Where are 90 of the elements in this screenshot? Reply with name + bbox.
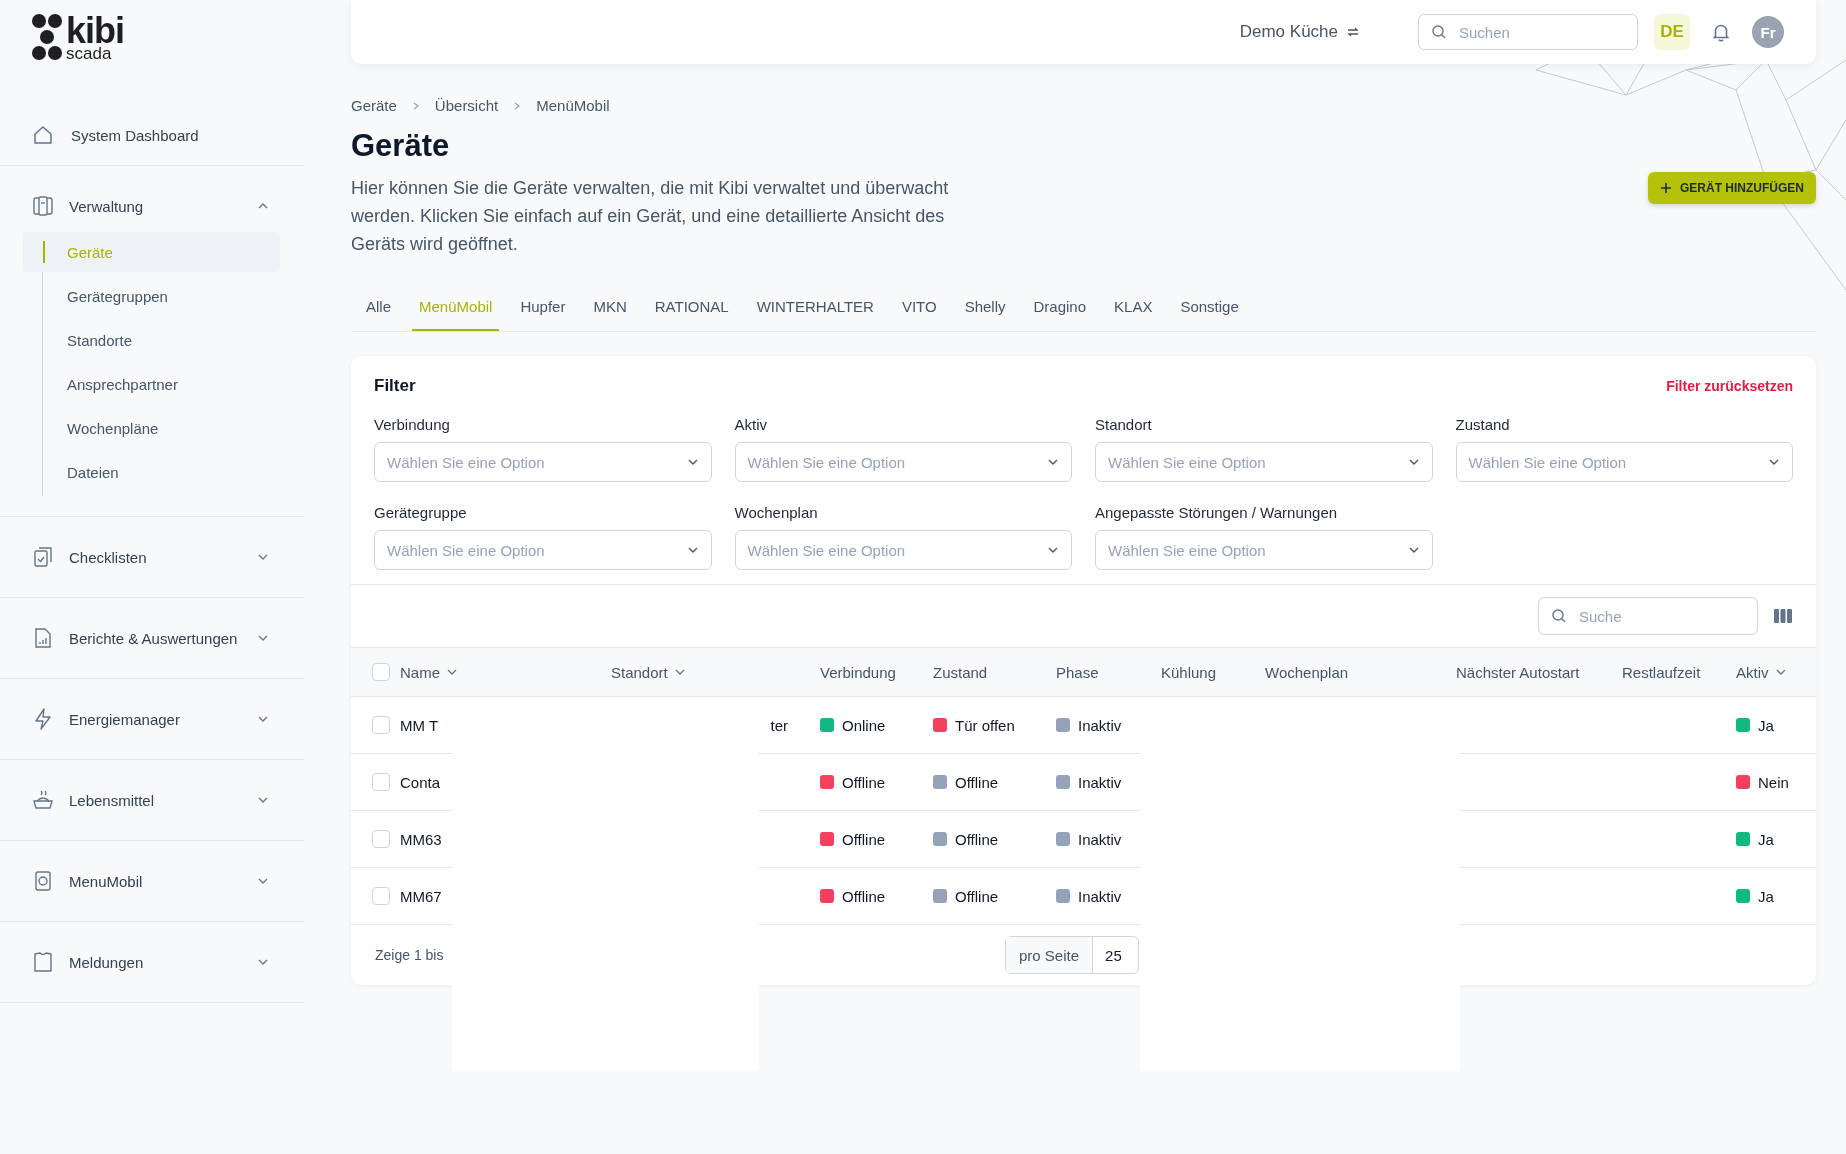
clipboard-check-icon xyxy=(31,545,55,569)
sidebar-group[interactable]: Lebensmittel xyxy=(0,780,304,820)
tab[interactable]: RATIONAL xyxy=(647,298,736,331)
table-search-field[interactable]: Suche xyxy=(1538,597,1758,635)
breadcrumb-link[interactable]: Übersicht xyxy=(434,97,499,114)
sidebar-subitem[interactable]: Wochenpläne xyxy=(23,408,280,448)
status-text: Offline xyxy=(955,887,999,905)
reset-filter-link[interactable]: Filter zurücksetzen xyxy=(1666,378,1793,394)
table-cell: MM63 xyxy=(400,830,442,848)
columns-icon[interactable] xyxy=(1774,609,1792,623)
tab[interactable]: Hupfer xyxy=(513,298,573,331)
status-text: Ja xyxy=(1758,887,1774,905)
page-description: Hier können Sie die Geräte verwalten, die mit Kibi verwaltet und überwacht werden. Klicken Sie einfach auf ein Gerät, und eine detaillierte Ansicht des Geräts wird geöffnet. xyxy=(351,177,950,256)
breadcrumb-link[interactable]: MenüMobil xyxy=(536,97,610,114)
location-switcher[interactable]: Demo Küche xyxy=(1239,22,1360,42)
logo-subtitle: scada xyxy=(66,44,113,62)
status-text: Offline xyxy=(955,773,999,791)
select-all-checkbox[interactable] xyxy=(372,663,390,681)
row-checkbox[interactable] xyxy=(372,887,390,905)
status-text: Offline xyxy=(842,773,886,791)
column-header[interactable]: Name xyxy=(400,663,458,681)
sidebar-group[interactable]: Verwaltung xyxy=(0,186,304,226)
search-icon xyxy=(1431,24,1447,40)
table-cell: MM T xyxy=(400,716,439,734)
column-header[interactable]: Kühlung xyxy=(1161,663,1217,681)
column-header[interactable]: Verbindung xyxy=(820,663,896,681)
sidebar-group[interactable]: Meldungen xyxy=(0,942,304,982)
row-checkbox[interactable] xyxy=(372,716,390,734)
tab[interactable]: WINTERHALTER xyxy=(749,298,881,331)
plus-icon xyxy=(1660,182,1672,194)
status-text: Offline xyxy=(842,830,886,848)
filter-label: Aktiv xyxy=(734,416,768,433)
row-checkbox[interactable] xyxy=(372,830,390,848)
sidebar-subitem[interactable]: Ansprechpartner xyxy=(23,364,280,404)
tab[interactable]: Dragino xyxy=(1026,298,1094,331)
search-field[interactable]: Suchen xyxy=(1418,14,1638,50)
sidebar-group[interactable]: Berichte & Auswertungen xyxy=(0,618,304,658)
status-text: Inaktiv xyxy=(1078,830,1122,848)
status-text: Nein xyxy=(1758,773,1789,791)
sidebar-subitem[interactable]: Dateien xyxy=(23,452,280,492)
column-header[interactable]: Nächster Autostart xyxy=(1456,663,1580,681)
status-text: Inaktiv xyxy=(1078,716,1122,734)
breadcrumb-link[interactable]: Geräte xyxy=(351,97,397,114)
filter-label: Wochenplan xyxy=(734,504,819,521)
filter-label: Gerätegruppe xyxy=(374,504,468,521)
status-text: Online xyxy=(842,716,886,734)
filter-label: Verbindung xyxy=(374,416,451,433)
status-text: Offline xyxy=(842,887,886,905)
table-cell: Conta xyxy=(400,773,441,791)
devices-icon xyxy=(31,194,55,218)
home-icon xyxy=(31,123,55,147)
add-device-button[interactable]: GERÄT HINZUFÜGEN xyxy=(1648,172,1816,204)
filter-title: Filter xyxy=(374,376,416,396)
table-cell: ter xyxy=(770,716,788,734)
sidebar-group[interactable]: MenuMobil xyxy=(0,861,304,901)
food-pot-icon xyxy=(31,788,55,812)
tab[interactable]: KLAX xyxy=(1107,298,1160,331)
status-text: Offline xyxy=(955,830,999,848)
shirt-icon xyxy=(31,950,55,974)
status-text: Tür offen xyxy=(955,716,1015,734)
tab[interactable]: MKN xyxy=(586,298,634,331)
tab[interactable]: Alle xyxy=(359,298,398,331)
sidebar-item[interactable]: System Dashboard xyxy=(0,105,304,166)
column-header[interactable]: Standort xyxy=(611,663,686,681)
swap-arrows-icon xyxy=(1346,25,1360,39)
filter-label: Angepasste Störungen / Warnungen xyxy=(1095,504,1339,521)
pagination-summary: Zeige 1 bis xyxy=(375,947,444,963)
logo-icon xyxy=(31,13,63,61)
status-text: Ja xyxy=(1758,830,1774,848)
tab[interactable]: Shelly xyxy=(957,298,1013,331)
filter-label: Standort xyxy=(1095,416,1153,433)
column-header[interactable]: Wochenplan xyxy=(1265,663,1349,681)
column-header[interactable]: Phase xyxy=(1056,663,1099,681)
row-checkbox[interactable] xyxy=(372,773,390,791)
column-header[interactable]: Aktiv xyxy=(1736,663,1787,681)
sidebar-subitem[interactable]: Gerätegruppen xyxy=(23,276,280,316)
sidebar-subitem[interactable]: Standorte xyxy=(23,320,280,360)
tab[interactable]: Sonstige xyxy=(1173,298,1246,331)
status-text: Inaktiv xyxy=(1078,773,1122,791)
table-cell: MM67 xyxy=(400,887,442,905)
column-header[interactable]: Restlaufzeit xyxy=(1622,663,1701,681)
status-text: Ja xyxy=(1758,716,1774,734)
page-title: Geräte xyxy=(351,128,451,164)
status-text: Inaktiv xyxy=(1078,887,1122,905)
search-icon xyxy=(1551,608,1567,624)
sidebar-group[interactable]: Energiemanager xyxy=(0,699,304,739)
filter-label: Zustand xyxy=(1455,416,1511,433)
sidebar-group[interactable]: Checklisten xyxy=(0,537,304,577)
tab[interactable]: VITO xyxy=(894,298,944,331)
column-header[interactable]: Zustand xyxy=(933,663,988,681)
